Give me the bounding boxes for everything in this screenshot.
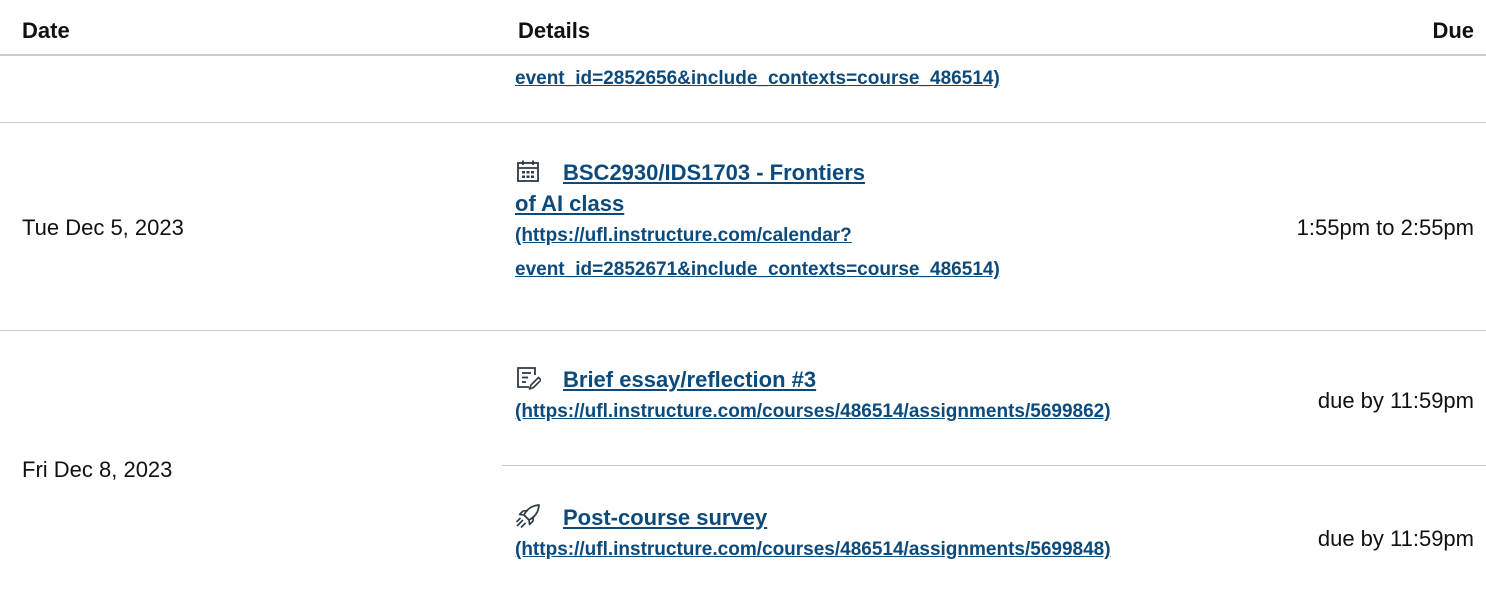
assignment-due: due by 11:59pm	[1317, 526, 1474, 551]
column-header-date: Date	[22, 18, 70, 43]
row-date: Fri Dec 8, 2023	[22, 457, 173, 482]
assignment-url: (https://ufl.instructure.com/courses/486…	[515, 539, 1111, 560]
quiz-rocket-icon	[515, 503, 541, 529]
assignment-title: Brief essay/reflection #3	[563, 367, 817, 392]
column-header-due: Due	[1432, 18, 1474, 43]
table-header: Date Details Due	[0, 0, 1486, 56]
row-divider	[0, 122, 1486, 123]
assignment-icon	[515, 365, 541, 391]
column-header-details: Details	[518, 18, 591, 43]
calendar-icon	[515, 158, 541, 184]
event-url-line2: event_id=2852671&include_contexts=course…	[515, 259, 1000, 280]
event-url-line1: (https://ufl.instructure.com/calendar?	[515, 225, 852, 246]
event-title-line1: BSC2930/IDS1703 - Frontiers	[563, 160, 866, 185]
event-title-line2: of AI class	[515, 191, 625, 216]
assignment-url: (https://ufl.instructure.com/courses/486…	[515, 401, 1111, 422]
event-link-frontiers-ai-class[interactable]: BSC2930/IDS1703 - Frontiers of AI class …	[515, 157, 1000, 287]
row-divider	[0, 330, 1486, 331]
event-url-line2: event_id=2852656&include_contexts=course…	[515, 68, 1000, 89]
row-date: Tue Dec 5, 2023	[22, 215, 184, 240]
assignment-link-brief-essay-reflection-3[interactable]: Brief essay/reflection #3 (https://ufl.i…	[515, 364, 1111, 429]
assignment-title: Post-course survey	[563, 505, 768, 530]
assignment-due: due by 11:59pm	[1317, 388, 1474, 413]
assignment-link-post-course-survey[interactable]: Post-course survey (https://ufl.instruct…	[515, 502, 1111, 567]
event-link-continued[interactable]: event_id=2852656&include_contexts=course…	[515, 62, 1000, 96]
item-divider	[502, 465, 1486, 466]
event-due-time: 1:55pm to 2:55pm	[1296, 215, 1474, 240]
